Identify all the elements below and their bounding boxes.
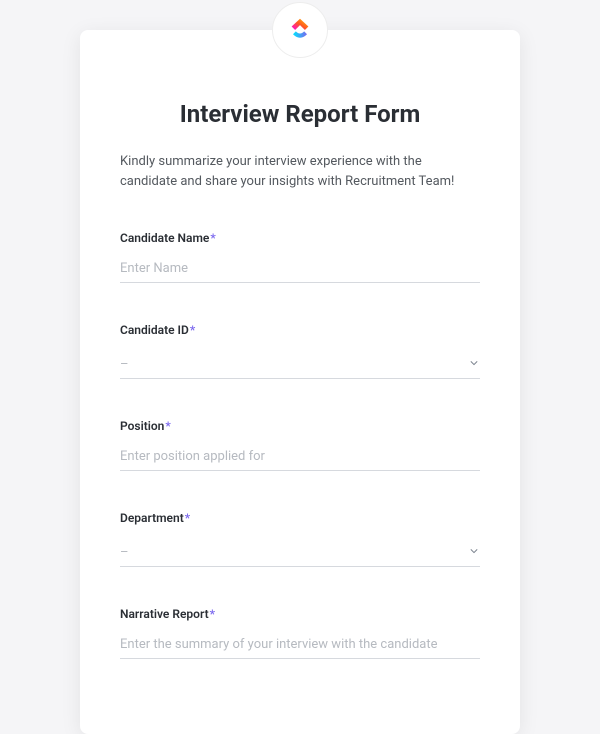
select-value: – <box>120 357 129 372</box>
label-text: Candidate Name <box>120 231 209 245</box>
department-select[interactable]: – <box>120 535 480 567</box>
field-candidate-name: Candidate Name* <box>120 231 480 283</box>
required-mark: * <box>190 323 195 337</box>
required-mark: * <box>210 607 215 621</box>
form-description: Kindly summarize your interview experien… <box>120 152 480 191</box>
candidate-id-label: Candidate ID* <box>120 323 480 337</box>
clickup-logo-icon <box>286 16 314 44</box>
candidate-name-label: Candidate Name* <box>120 231 480 245</box>
department-label: Department* <box>120 511 480 525</box>
narrative-report-label: Narrative Report* <box>120 607 480 621</box>
label-text: Position <box>120 419 164 433</box>
label-text: Candidate ID <box>120 323 189 337</box>
required-mark: * <box>165 419 170 433</box>
position-label: Position* <box>120 419 480 433</box>
candidate-name-input[interactable] <box>120 255 480 283</box>
field-narrative-report: Narrative Report* <box>120 607 480 659</box>
logo-circle <box>272 2 328 58</box>
form-title: Interview Report Form <box>120 100 480 128</box>
field-department: Department* – <box>120 511 480 567</box>
position-input[interactable] <box>120 443 480 471</box>
label-text: Narrative Report <box>120 607 209 621</box>
candidate-id-select[interactable]: – <box>120 347 480 379</box>
required-mark: * <box>210 231 215 245</box>
select-value: – <box>120 545 129 560</box>
narrative-report-input[interactable] <box>120 631 480 659</box>
caret-down-icon <box>470 548 478 553</box>
required-mark: * <box>185 511 190 525</box>
form-card: Interview Report Form Kindly summarize y… <box>80 30 520 734</box>
label-text: Department <box>120 511 184 525</box>
field-position: Position* <box>120 419 480 471</box>
caret-down-icon <box>470 360 478 365</box>
field-candidate-id: Candidate ID* – <box>120 323 480 379</box>
